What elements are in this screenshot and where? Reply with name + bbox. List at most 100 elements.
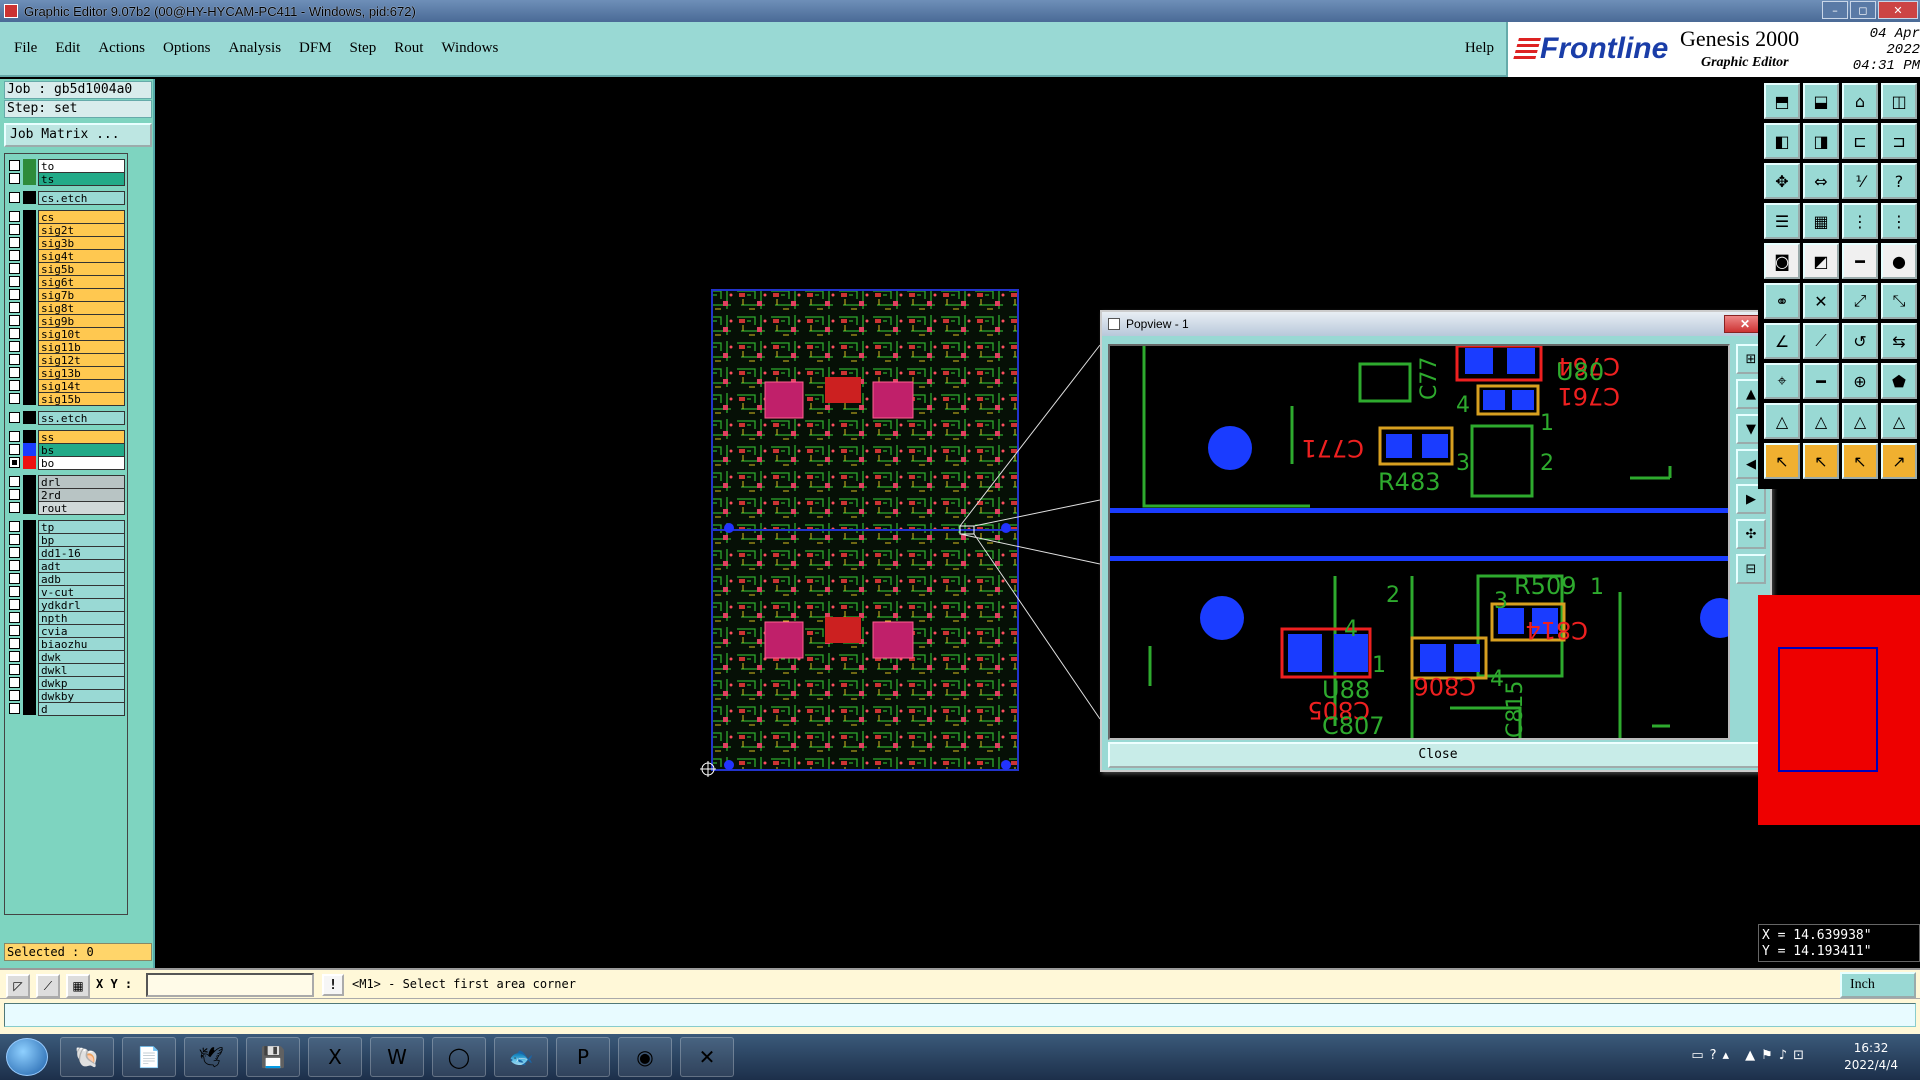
taskbar-app-x-icon[interactable]: ✕: [680, 1037, 734, 1077]
maximize-button[interactable]: ◻: [1850, 1, 1876, 19]
tool-swap-icon[interactable]: ⇆: [1881, 323, 1917, 359]
tool-left-icon[interactable]: ◧: [1764, 123, 1800, 159]
tool-shape-icon[interactable]: ⬟: [1881, 363, 1917, 399]
taskbar-app-fish-icon[interactable]: 🐟: [494, 1037, 548, 1077]
popview-window[interactable]: Popview - 1 ✕ C764 U80 C761 C771 R483 R5…: [1100, 310, 1772, 772]
tool-tri-a-icon[interactable]: △: [1764, 403, 1800, 439]
taskbar-clock[interactable]: 16:32 2022/4/4: [1844, 1040, 1898, 1074]
snap-mode-icon[interactable]: ◸: [6, 974, 30, 998]
layer-row-d[interactable]: d: [9, 701, 125, 716]
tool-split-icon[interactable]: ◫: [1881, 83, 1917, 119]
tool-list-icon[interactable]: ☰: [1764, 203, 1800, 239]
layer-checkbox[interactable]: [9, 502, 20, 513]
tool-layers-a-icon[interactable]: ⋮: [1842, 203, 1878, 239]
taskbar-app-excel-icon[interactable]: X: [308, 1037, 362, 1077]
tool-tri-c-icon[interactable]: △: [1842, 403, 1878, 439]
layer-checkbox[interactable]: [9, 315, 20, 326]
tool-home-icon[interactable]: ⌂: [1842, 83, 1878, 119]
tool-next-icon[interactable]: ⊐: [1881, 123, 1917, 159]
units-selector[interactable]: Inch: [1840, 972, 1916, 998]
taskbar-app-floppy-icon[interactable]: 💾: [246, 1037, 300, 1077]
tool-cut-icon[interactable]: ◩: [1803, 243, 1839, 279]
popview-titlebar[interactable]: Popview - 1 ✕: [1102, 312, 1770, 336]
popview-canvas[interactable]: C764 U80 C761 C771 R483 R509 U88 C805 C8…: [1108, 344, 1730, 740]
layer-checkbox[interactable]: [9, 328, 20, 339]
menu-help[interactable]: Help: [1465, 40, 1494, 57]
alert-button[interactable]: !: [322, 974, 344, 996]
taskbar-app-eye-icon[interactable]: ◉: [618, 1037, 672, 1077]
tool-select-c-icon[interactable]: ↖: [1842, 443, 1878, 479]
taskbar-app-shell-icon[interactable]: 🐚: [60, 1037, 114, 1077]
layer-checkbox[interactable]: [9, 625, 20, 636]
menu-options[interactable]: Options: [163, 40, 211, 57]
menu-analysis[interactable]: Analysis: [229, 40, 282, 57]
command-input[interactable]: [4, 1003, 1916, 1027]
layer-checkbox[interactable]: [9, 534, 20, 545]
layer-checkbox[interactable]: [9, 664, 20, 675]
taskbar-app-bird-icon[interactable]: 🕊: [184, 1037, 238, 1077]
layer-checkbox[interactable]: [9, 573, 20, 584]
tool-slope-icon[interactable]: ⟋: [1803, 323, 1839, 359]
layer-checkbox[interactable]: [9, 690, 20, 701]
menu-file[interactable]: File: [14, 40, 37, 57]
tool-load-icon[interactable]: ⬒: [1764, 83, 1800, 119]
layer-checkbox[interactable]: [9, 612, 20, 623]
window-titlebar[interactable]: Graphic Editor 9.07b2 (00@HY-HYCAM-PC411…: [0, 0, 1920, 22]
layer-checkbox[interactable]: [9, 173, 20, 184]
system-tray-icons[interactable]: ▭?▴ ▲⚑♪⊡: [1691, 1048, 1810, 1063]
layer-checkbox[interactable]: [9, 263, 20, 274]
layer-name[interactable]: sig15b: [38, 391, 125, 406]
layer-row-ts[interactable]: ts: [9, 171, 125, 186]
tool-save-icon[interactable]: ⬓: [1803, 83, 1839, 119]
layer-checkbox[interactable]: [9, 599, 20, 610]
tool-tri-d-icon[interactable]: △: [1881, 403, 1917, 439]
menu-windows[interactable]: Windows: [441, 40, 498, 57]
tool-scale-icon[interactable]: ⅟: [1842, 163, 1878, 199]
taskbar-app-word-icon[interactable]: W: [370, 1037, 424, 1077]
layer-name[interactable]: bo: [38, 455, 125, 470]
layer-name[interactable]: rout: [38, 500, 125, 515]
layer-name[interactable]: ts: [38, 171, 125, 186]
layer-checkbox[interactable]: [9, 276, 20, 287]
layer-checkbox[interactable]: [9, 457, 20, 468]
layer-row-bo[interactable]: bo: [9, 455, 125, 470]
layer-row-ss-etch[interactable]: ss.etch: [9, 410, 125, 425]
layer-checkbox[interactable]: [9, 237, 20, 248]
taskbar-app-notepad-icon[interactable]: 📄: [122, 1037, 176, 1077]
layer-checkbox[interactable]: [9, 302, 20, 313]
layer-checkbox[interactable]: [9, 476, 20, 487]
layer-checkbox[interactable]: [9, 444, 20, 455]
layer-checkbox[interactable]: [9, 211, 20, 222]
measure-mode-icon[interactable]: ⟋: [36, 974, 60, 998]
tool-select-d-icon[interactable]: ↗: [1881, 443, 1917, 479]
layer-checkbox[interactable]: [9, 367, 20, 378]
tool-copy-icon[interactable]: ⤡: [1881, 283, 1917, 319]
layer-checkbox[interactable]: [9, 412, 20, 423]
layer-checkbox[interactable]: [9, 586, 20, 597]
close-window-button[interactable]: ✕: [1878, 1, 1918, 19]
tool-feature-icon[interactable]: ◙: [1764, 243, 1800, 279]
tool-line-icon[interactable]: ━: [1842, 243, 1878, 279]
layer-checkbox[interactable]: [9, 489, 20, 500]
layer-checkbox[interactable]: [9, 224, 20, 235]
layer-checkbox[interactable]: [9, 289, 20, 300]
tool-select-b-icon[interactable]: ↖: [1803, 443, 1839, 479]
tool-prev-icon[interactable]: ⊏: [1842, 123, 1878, 159]
popview-close-button[interactable]: Close: [1108, 742, 1768, 768]
layer-checkbox[interactable]: [9, 380, 20, 391]
layer-row-sig15b[interactable]: sig15b: [9, 391, 125, 406]
layer-row-rout[interactable]: rout: [9, 500, 125, 515]
layer-checkbox[interactable]: [9, 354, 20, 365]
layer-checkbox[interactable]: [9, 521, 20, 532]
tool-tri-b-icon[interactable]: △: [1803, 403, 1839, 439]
pv-zoom-out-icon[interactable]: ⊟: [1736, 554, 1766, 584]
tool-pad-icon[interactable]: ●: [1881, 243, 1917, 279]
layer-checkbox[interactable]: [9, 638, 20, 649]
tool-help-icon[interactable]: ?: [1881, 163, 1917, 199]
layer-checkbox[interactable]: [9, 393, 20, 404]
tool-grid-icon[interactable]: ▦: [1803, 203, 1839, 239]
menu-dfm[interactable]: DFM: [299, 40, 332, 57]
tool-select-a-icon[interactable]: ↖: [1764, 443, 1800, 479]
start-button[interactable]: [6, 1038, 48, 1076]
tool-connect-icon[interactable]: ⚭: [1764, 283, 1800, 319]
